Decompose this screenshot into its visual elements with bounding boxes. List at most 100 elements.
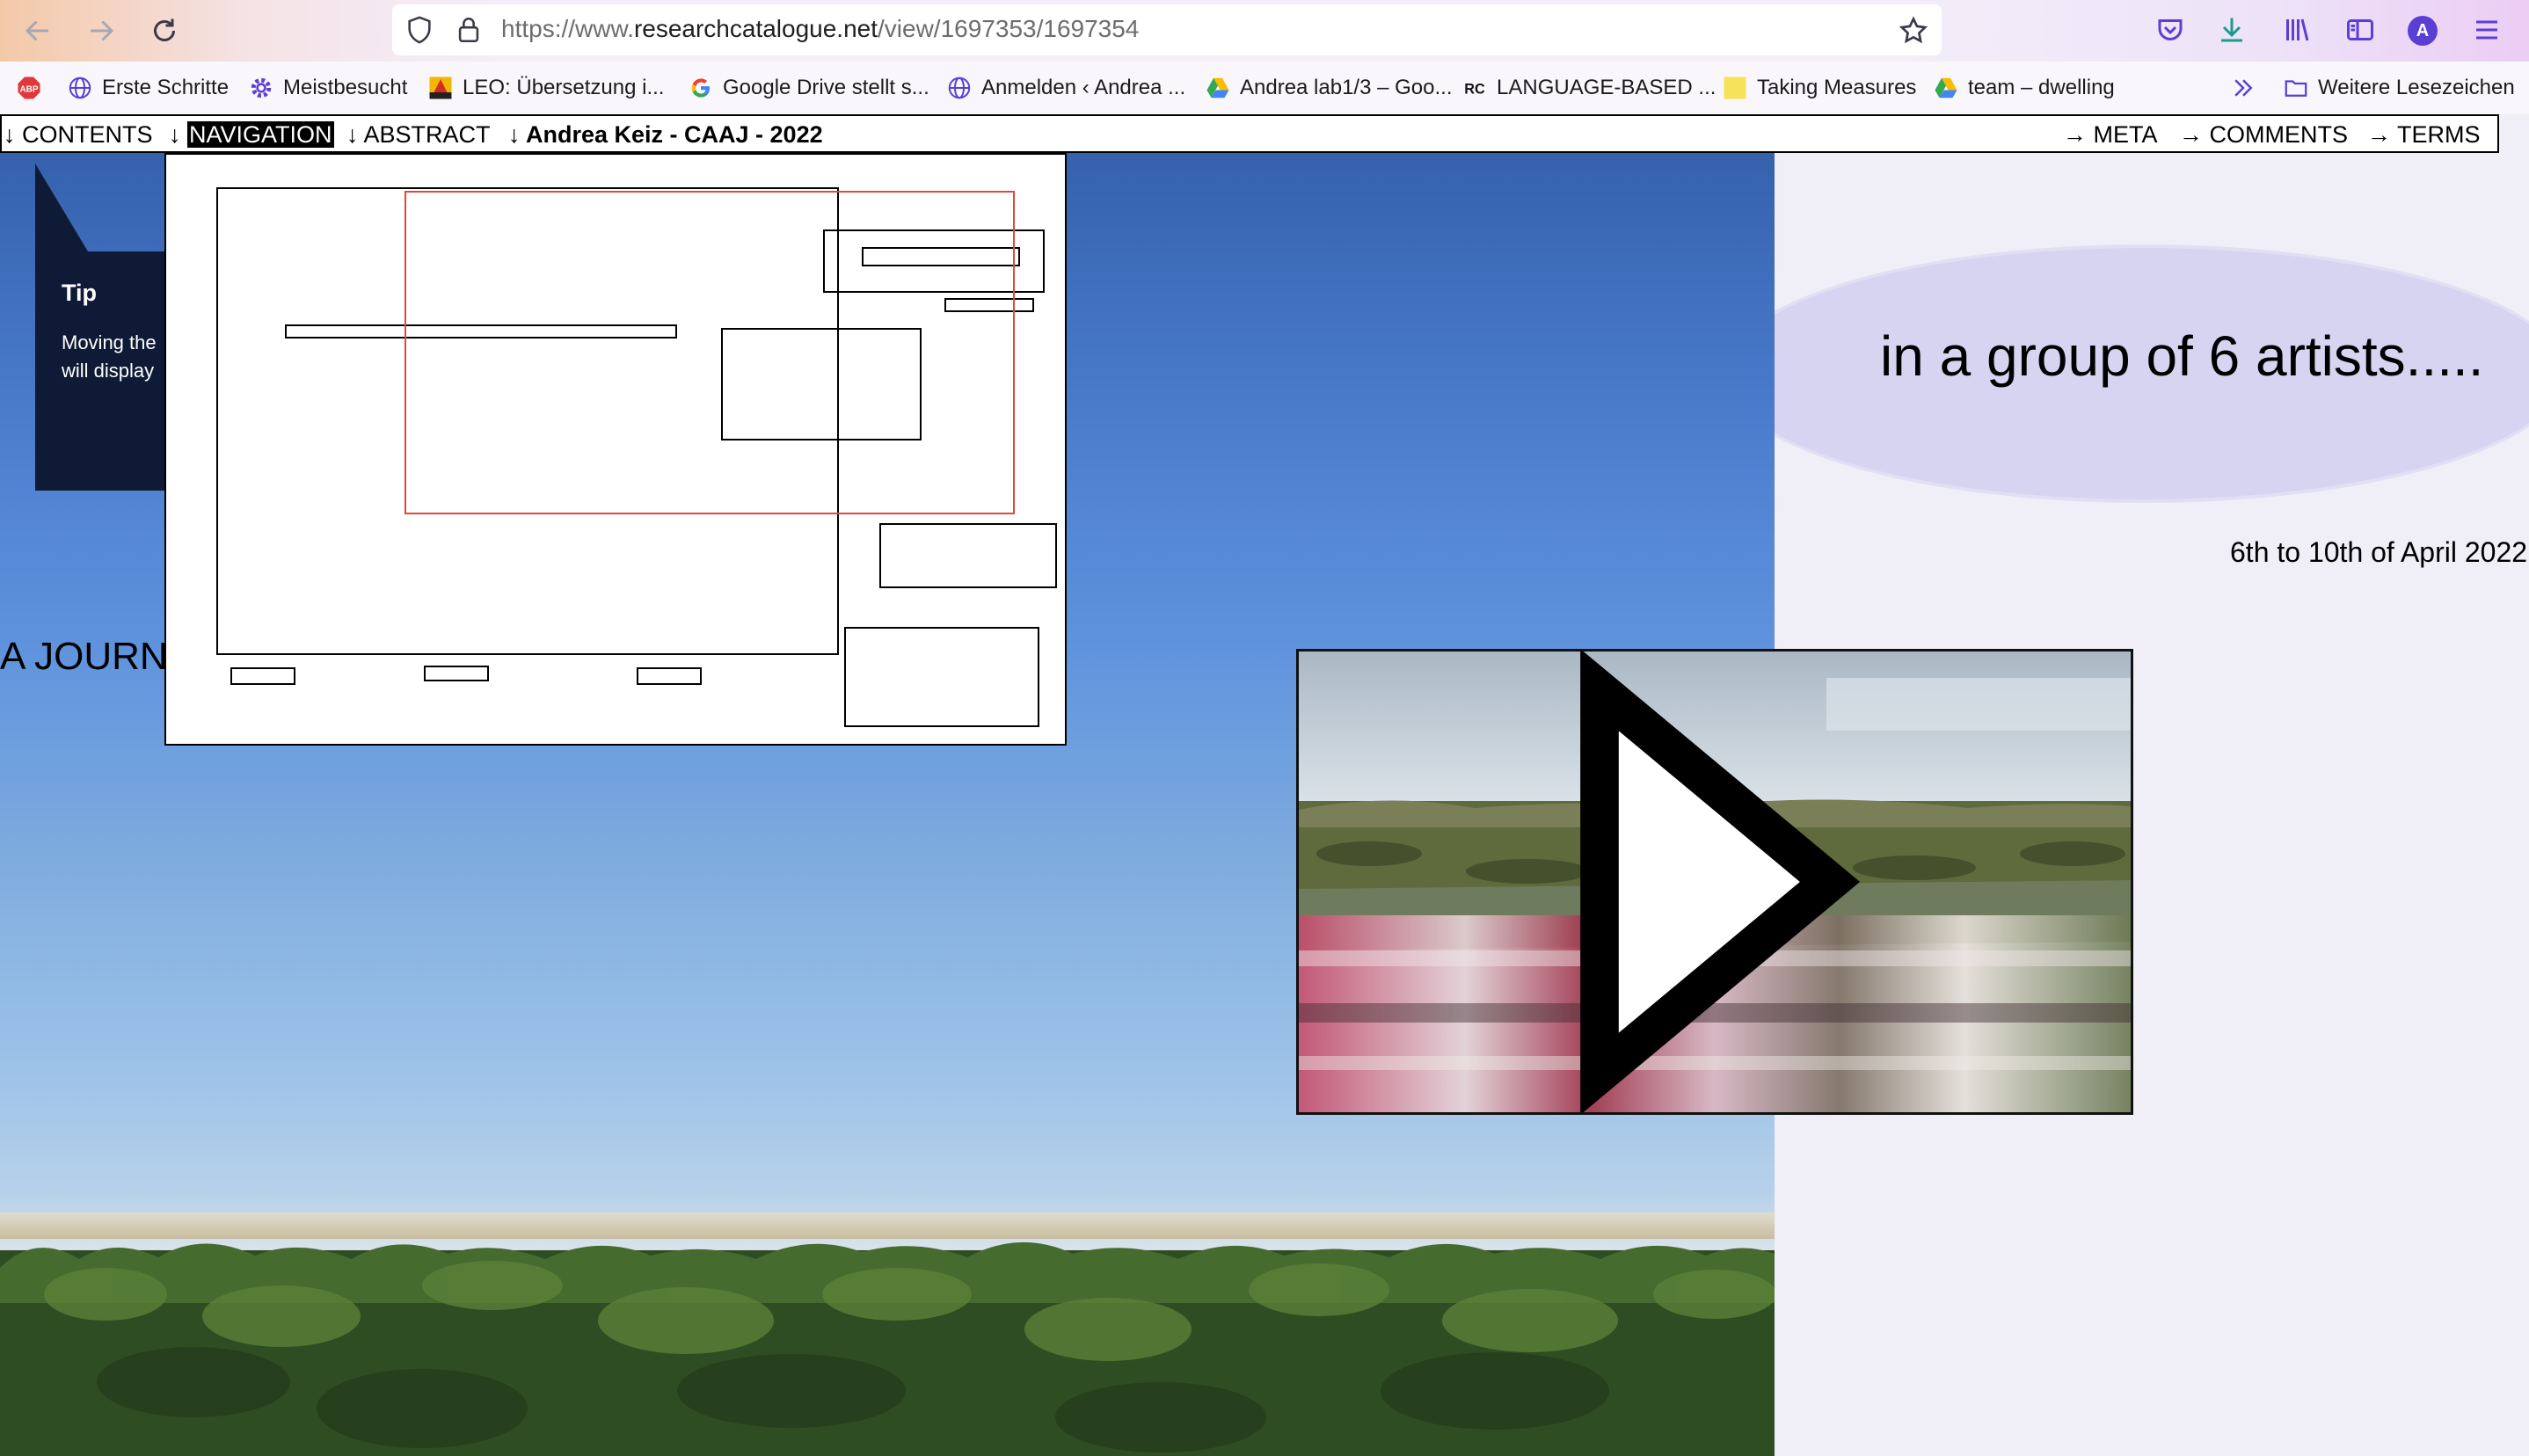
- account-avatar[interactable]: A: [2408, 16, 2438, 46]
- abstract-label: ABSTRACT: [363, 121, 491, 148]
- downloads-button[interactable]: [2214, 12, 2249, 47]
- right-arrow-icon: →: [2367, 121, 2391, 148]
- arrow-right-icon: [91, 20, 114, 41]
- date-text: 6th to 10th of April 2022: [2230, 536, 2528, 568]
- svg-text:RC: RC: [1464, 81, 1485, 97]
- globe-icon: [67, 75, 93, 101]
- bookmark-item[interactable]: Taking Measures: [1722, 72, 1916, 104]
- comments-link[interactable]: → COMMENTS: [2179, 120, 2348, 149]
- down-arrow-icon: ↓: [4, 121, 16, 148]
- bookmark-item[interactable]: Erste Schritte: [67, 72, 229, 104]
- minimap-block: [721, 328, 922, 440]
- gear-icon: [248, 75, 274, 101]
- down-arrow-icon: ↓: [346, 121, 359, 148]
- minimap-block: [216, 187, 839, 655]
- bookmark-label: LANGUAGE-BASED ...: [1497, 76, 1716, 99]
- bookmark-star-icon[interactable]: [1898, 15, 1929, 47]
- adblock-button[interactable]: ABP: [16, 72, 51, 104]
- shield-icon[interactable]: [404, 15, 434, 45]
- url-prefix: https://www.: [501, 15, 634, 42]
- browser-toolbar: https://www.researchcatalogue.net/view/1…: [0, 0, 2529, 62]
- terms-link[interactable]: → TERMS: [2367, 120, 2481, 149]
- bookmarks-overflow-button[interactable]: [2230, 72, 2265, 104]
- bookmark-item[interactable]: LEO: Übersetzung i...: [427, 72, 664, 104]
- bookmark-item[interactable]: team – dwelling: [1933, 72, 2115, 104]
- rc-icon: RC: [1461, 75, 1488, 101]
- library-icon: [2286, 18, 2309, 41]
- pocket-button[interactable]: [2153, 12, 2188, 47]
- bookmarks-bar: ABP Erste Schritte Meistbesucht LEO: Übe…: [0, 62, 2529, 114]
- google-icon: [688, 75, 714, 101]
- pocket-icon: [2158, 19, 2183, 40]
- leo-icon: [427, 75, 454, 101]
- tip-title: Tip: [62, 280, 97, 306]
- arrow-left-icon: [25, 20, 48, 41]
- terms-label: TERMS: [2397, 121, 2481, 148]
- bookmark-item[interactable]: Andrea lab1/3 – Goo...: [1205, 72, 1453, 104]
- reload-icon: [154, 18, 175, 41]
- comments-label: COMMENTS: [2209, 121, 2349, 148]
- bookmark-label: LEO: Übersetzung i...: [463, 76, 665, 99]
- globe-icon: [946, 75, 973, 101]
- folder-icon: [2283, 75, 2309, 101]
- minimap-block: [879, 523, 1057, 588]
- abstract-menu[interactable]: ↓ ABSTRACT: [346, 120, 491, 149]
- drive-icon: [1933, 75, 1959, 101]
- bookmark-label: Google Drive stellt s...: [723, 76, 929, 99]
- forest-treeline: [0, 1241, 1775, 1456]
- bookmark-label: Taking Measures: [1757, 76, 1917, 99]
- bookmark-label: Weitere Lesezeichen: [2318, 76, 2515, 99]
- sidebar-icon: [2347, 19, 2373, 40]
- tip-pointer: [35, 164, 88, 251]
- navigation-menu[interactable]: ↓ NAVIGATION: [169, 120, 334, 149]
- meta-link[interactable]: → META: [2063, 120, 2158, 149]
- menu-button[interactable]: [2469, 12, 2504, 47]
- exposition-title-menu[interactable]: ↓ Andrea Keiz - CAAJ - 2022: [508, 120, 823, 149]
- contents-menu[interactable]: ↓ CONTENTS: [4, 120, 153, 149]
- bookmark-item[interactable]: Google Drive stellt s...: [688, 72, 929, 104]
- right-arrow-icon: →: [2063, 121, 2087, 148]
- reload-button[interactable]: [146, 12, 183, 49]
- bookmark-label: Andrea lab1/3 – Goo...: [1240, 76, 1453, 99]
- train-window-video[interactable]: [1296, 649, 2133, 1115]
- hamburger-menu-icon: [2476, 20, 2497, 40]
- navigation-label: NAVIGATION: [187, 121, 334, 148]
- exposition-title: Andrea Keiz - CAAJ - 2022: [526, 121, 823, 148]
- right-arrow-icon: →: [2179, 121, 2203, 148]
- navigation-minimap[interactable]: [164, 153, 1067, 746]
- bookmark-item[interactable]: Anmelden ‹ Andrea ...: [946, 72, 1185, 104]
- sidebar-button[interactable]: [2343, 12, 2378, 47]
- rc-navigation-bar: ↓ CONTENTS ↓ NAVIGATION ↓ ABSTRACT ↓ And…: [0, 114, 2499, 153]
- minimap-block: [637, 667, 702, 685]
- forward-button[interactable]: [83, 12, 120, 49]
- library-button[interactable]: [2279, 12, 2314, 47]
- down-arrow-icon: ↓: [169, 121, 181, 148]
- adblock-icon: ABP: [16, 75, 42, 101]
- bookmark-item[interactable]: Meistbesucht: [248, 72, 407, 104]
- lock-icon[interactable]: [454, 15, 484, 45]
- bookmark-item[interactable]: RC LANGUAGE-BASED ...: [1461, 72, 1716, 104]
- minimap-block: [944, 298, 1034, 312]
- minimap-block: [844, 627, 1039, 727]
- chevron-double-right-icon: [2230, 75, 2256, 101]
- minimap-canvas[interactable]: [166, 155, 1065, 744]
- download-icon: [2221, 18, 2242, 42]
- back-button[interactable]: [19, 12, 56, 49]
- svg-text:ABP: ABP: [19, 84, 38, 94]
- contents-label: CONTENTS: [22, 121, 153, 148]
- bookmark-label: Anmelden ‹ Andrea ...: [981, 76, 1186, 99]
- minimap-block: [862, 247, 1020, 266]
- minimap-viewport[interactable]: [404, 191, 1015, 514]
- bookmark-label: Meistbesucht: [283, 76, 408, 99]
- other-bookmarks-folder[interactable]: Weitere Lesezeichen: [2283, 72, 2515, 104]
- url-text[interactable]: https://www.researchcatalogue.net/view/1…: [501, 15, 1139, 43]
- play-icon[interactable]: [1299, 652, 2131, 1112]
- minimap-block: [424, 666, 489, 681]
- url-path: /view/1697353/1697354: [878, 15, 1140, 42]
- meta-label: META: [2093, 121, 2158, 148]
- note-icon: [1722, 75, 1748, 101]
- url-domain: researchcatalogue.net: [633, 15, 878, 42]
- bookmark-label: team – dwelling: [1968, 76, 2115, 99]
- minimap-block: [285, 324, 677, 339]
- url-bar[interactable]: https://www.researchcatalogue.net/view/1…: [392, 4, 1942, 55]
